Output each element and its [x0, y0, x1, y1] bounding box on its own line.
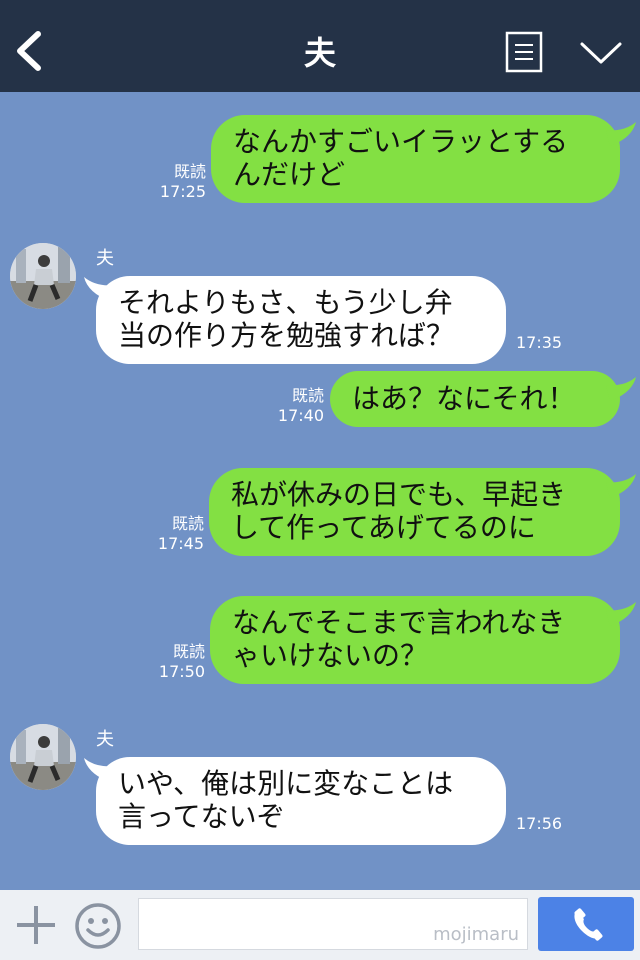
message-line: 当の作り方を勉強すれば？	[118, 319, 455, 352]
message-line: して作ってあげてるのに	[231, 511, 536, 544]
plus-icon	[17, 906, 55, 944]
avatar[interactable]	[10, 724, 76, 790]
sender-name: 夫	[96, 729, 114, 750]
bubble-tail	[606, 377, 636, 401]
message-time: 17:40	[277, 406, 324, 425]
message-bubble[interactable]: それよりもさ、もう少し弁 当の作り方を勉強すれば？	[96, 276, 506, 364]
notes-icon	[505, 31, 543, 73]
avatar[interactable]	[10, 243, 76, 309]
message-line: いや、俺は別に変なことは	[118, 767, 454, 800]
message-line: 私が休みの日でも、早起き	[231, 478, 567, 511]
phone-icon	[574, 908, 603, 941]
sender-name: 夫	[96, 248, 114, 269]
bubble-tail	[606, 122, 636, 146]
message-line: んだけど	[233, 158, 346, 191]
message-time: 17:35	[516, 333, 563, 352]
message-line: はあ？なにそれ！	[352, 382, 576, 415]
notes-button[interactable]	[505, 31, 543, 73]
chat-header: 夫	[0, 0, 640, 92]
message-line: なんかすごいイラッとする	[233, 125, 569, 158]
message-meta: 既読 17:45	[148, 514, 204, 554]
chat-title: 夫	[303, 34, 336, 72]
chat-area[interactable]: なんかすごいイラッとする んだけど 既読 17:25 夫 それよりもさ、もう少し…	[0, 92, 640, 890]
message-bubble[interactable]: なんかすごいイラッとする んだけど	[211, 115, 620, 203]
read-receipt: 既読	[291, 386, 324, 405]
emoji-button[interactable]	[73, 901, 123, 951]
read-receipt: 既読	[173, 162, 206, 181]
message-time: 17:50	[158, 662, 205, 681]
chevron-down-icon	[580, 42, 622, 64]
message-bubble[interactable]: いや、俺は別に変なことは 言ってないぞ	[96, 757, 506, 845]
message-line: 言ってないぞ	[118, 800, 285, 833]
avatar-photo-icon	[10, 724, 76, 790]
add-attachment-button[interactable]	[14, 903, 58, 947]
message-time: 17:25	[159, 182, 206, 201]
message-time: 17:56	[516, 814, 563, 833]
call-button[interactable]	[538, 897, 634, 951]
watermark-text: mojimaru	[433, 924, 519, 945]
message-input[interactable]: mojimaru	[138, 898, 528, 950]
message-line: ゃいけないの？	[232, 639, 429, 672]
smiley-icon	[75, 903, 121, 949]
read-receipt: 既読	[171, 514, 204, 533]
avatar-photo-icon	[10, 243, 76, 309]
read-receipt: 既読	[172, 642, 205, 661]
message-time: 17:45	[157, 534, 204, 553]
message-line: なんでそこまで言われなき	[232, 606, 566, 639]
message-bubble[interactable]: はあ？なにそれ！	[330, 371, 620, 427]
bubble-tail	[606, 602, 636, 626]
collapse-button[interactable]	[578, 38, 624, 68]
message-line: それよりもさ、もう少し弁	[118, 286, 453, 319]
message-meta: 既読 17:50	[149, 642, 205, 682]
message-meta: 既読 17:40	[268, 386, 324, 426]
message-bubble[interactable]: 私が休みの日でも、早起き して作ってあげてるのに	[209, 468, 620, 556]
message-meta: 既読 17:25	[150, 162, 206, 202]
bubble-tail	[606, 474, 636, 498]
message-bubble[interactable]: なんでそこまで言われなき ゃいけないの？	[210, 596, 620, 684]
